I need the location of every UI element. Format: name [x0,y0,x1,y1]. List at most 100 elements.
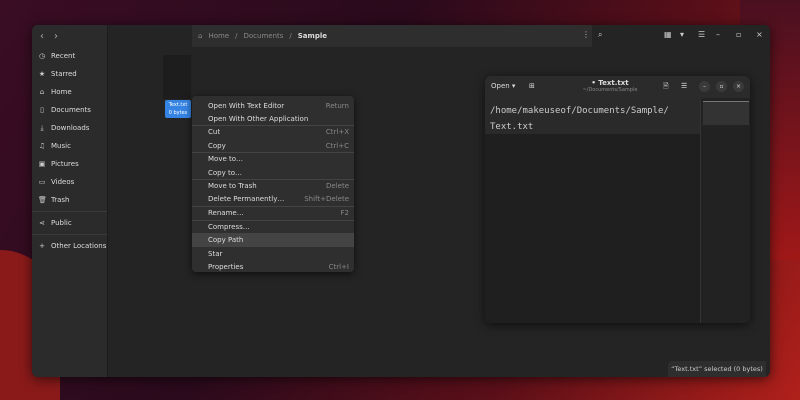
menu-item-move-to[interactable]: Move to… [192,153,354,166]
trash-icon: 🗑 [38,196,47,204]
close-icon[interactable]: × [733,81,744,92]
music-icon: ♫ [38,142,46,150]
menu-item-shortcut: Shift+Delete [304,195,349,204]
forward-button[interactable]: › [54,31,58,42]
chevron-down-icon[interactable]: ▾ [680,30,684,39]
editor-header: Open ▾ ⊞ • Text.txt ~/Documents/Sample 🗎… [485,76,750,98]
menu-item-properties[interactable]: Properties Ctrl+I [192,260,354,273]
context-menu: Open With Text Editor Return Open With Oth… [192,96,354,272]
menu-item-star[interactable]: Star [192,247,354,260]
close-icon[interactable]: × [756,30,763,39]
download-icon: ⤓ [40,123,44,132]
minimize-icon[interactable]: – [699,81,710,92]
menu-item-compress[interactable]: Compress… [192,220,354,233]
text-area[interactable]: /home/makeuseof/Documents/Sample/ Text.t… [485,98,700,134]
menu-item-label: Compress… [208,222,250,231]
file-icon[interactable] [163,55,191,99]
sidebar-item-label: Trash [51,196,70,204]
sidebar-item-documents[interactable]: ▯ Documents [32,101,107,119]
crumb-sample[interactable]: Sample [298,32,327,40]
sidebar-item-label: Other Locations [51,242,107,250]
sidebar-item-pictures[interactable]: ▣ Pictures [32,155,107,173]
menu-item-open-with-other-application[interactable]: Open With Other Application [192,112,354,125]
sidebar-item-other-locations[interactable]: + Other Locations [32,237,107,255]
minimize-icon[interactable]: – [716,30,720,39]
text-line: /home/makeuseof/Documents/Sample/ [490,106,669,116]
menu-item-shortcut: Return [325,101,349,110]
sidebar-item-label: Public [51,219,72,227]
open-button[interactable]: Open ▾ [491,82,515,90]
editor-subtitle: ~/Documents/Sample [582,87,638,93]
sidebar-item-downloads[interactable]: ⤓ Downloads [32,119,107,137]
menu-item-copy[interactable]: Copy Ctrl+C [192,139,354,152]
editor-title: • Text.txt [591,79,629,87]
menu-item-label: Rename… [208,209,244,218]
clock-icon: ◷ [38,52,46,60]
new-tab-icon[interactable]: ⊞ [529,82,535,90]
menu-item-label: Copy [208,141,226,150]
hamburger-menu-icon[interactable]: ☰ [698,30,705,39]
menu-item-label: Open With Other Application [208,114,309,123]
sidebar-item-recent[interactable]: ◷ Recent [32,47,107,65]
text-editor-window: Open ▾ ⊞ • Text.txt ~/Documents/Sample 🗎… [485,76,750,323]
save-icon[interactable]: 🗎 [663,82,669,93]
sidebar-item-starred[interactable]: ★ Starred [32,65,107,83]
menu-item-rename[interactable]: Rename… F2 [192,207,354,220]
share-icon: ⋖ [39,219,45,227]
maximize-icon[interactable]: ▫ [736,30,741,39]
menu-item-label: Copy Path [208,236,244,245]
back-button[interactable]: ‹ [40,31,44,42]
sidebar-item-label: Music [51,142,71,150]
hamburger-menu-icon[interactable]: ☰ [681,82,687,90]
sidebar: ‹ › ◷ Recent ★ Starred ⌂ Home ▯ Documents ⤓ Downlo… [32,25,108,377]
kebab-menu-icon[interactable]: ⋮ [582,30,590,39]
header-bar: ⌂ Home / Documents / Sample ⋮ ⌕ ▦ ▾ ☰ – ▫ … [108,25,770,47]
menu-item-cut[interactable]: Cut Ctrl+X [192,126,354,139]
search-icon[interactable]: ⌕ [598,30,602,40]
sidebar-item-trash[interactable]: 🗑 Trash [32,191,107,209]
minimap[interactable] [700,98,750,323]
video-icon: ▭ [38,178,46,186]
menu-item-label: Cut [208,128,221,137]
view-grid-icon[interactable]: ▦ [664,30,672,39]
menu-item-label: Move to… [208,155,244,164]
picture-icon: ▣ [38,160,46,168]
plus-icon: + [39,242,45,250]
menu-item-delete-permanently[interactable]: Delete Permanently… Shift+Delete [192,193,354,206]
text-line: Text.txt [490,122,534,132]
sidebar-item-public[interactable]: ⋖ Public [32,214,107,232]
sidebar-item-label: Home [51,88,72,96]
menu-item-copy-to[interactable]: Copy to… [192,166,354,179]
status-bar: “Text.txt” selected (0 bytes) [668,361,766,377]
document-icon: ▯ [40,106,44,114]
sidebar-item-label: Documents [51,106,91,114]
menu-item-label: Move to Trash [208,182,257,191]
home-icon: ⌂ [198,32,203,40]
breadcrumb: ⌂ Home / Documents / Sample [192,25,592,47]
sidebar-item-label: Starred [51,70,77,78]
menu-item-label: Open With Text Editor [208,101,285,110]
menu-item-copy-path[interactable]: Copy Path [192,233,354,248]
menu-item-label: Copy to… [208,168,243,177]
menu-item-open-with-text-editor[interactable]: Open With Text Editor Return [192,99,354,112]
menu-item-label: Star [208,249,223,258]
sidebar-item-label: Videos [51,178,75,186]
file-label[interactable]: Text.txt 0 bytes [165,100,191,118]
menu-item-label: Delete Permanently… [208,195,285,204]
menu-item-label: Properties [208,262,244,271]
crumb-documents[interactable]: Documents [243,32,283,40]
menu-item-shortcut: F2 [340,209,349,218]
sidebar-item-home[interactable]: ⌂ Home [32,83,107,101]
sidebar-item-music[interactable]: ♫ Music [32,137,107,155]
sidebar-item-label: Pictures [51,160,79,168]
menu-item-shortcut: Ctrl+I [328,262,349,271]
crumb-home[interactable]: Home [208,32,229,40]
menu-item-shortcut: Ctrl+X [325,128,349,137]
maximize-icon[interactable]: ▫ [716,81,727,92]
home-icon: ⌂ [39,88,45,96]
menu-item-move-to-trash[interactable]: Move to Trash Delete [192,180,354,193]
menu-item-shortcut: Delete [326,182,349,191]
sidebar-item-label: Recent [51,52,76,60]
sidebar-item-videos[interactable]: ▭ Videos [32,173,107,191]
star-icon: ★ [38,70,46,78]
